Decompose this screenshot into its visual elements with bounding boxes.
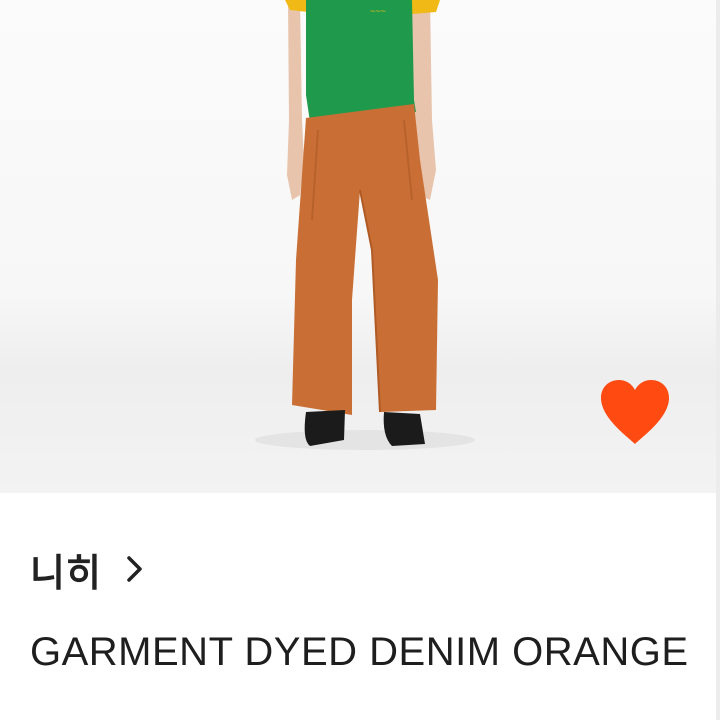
product-title: GARMENT DYED DENIM ORANGE xyxy=(30,630,689,674)
svg-text:~~~: ~~~ xyxy=(370,6,386,16)
chevron-right-icon xyxy=(127,556,142,582)
favorite-heart-icon[interactable] xyxy=(598,378,672,446)
product-image[interactable]: ~~~ xyxy=(0,0,716,493)
shop-name: 니히 xyxy=(30,552,102,595)
shop-link[interactable]: 니히 xyxy=(30,544,144,595)
page-edge-divider xyxy=(716,0,720,720)
